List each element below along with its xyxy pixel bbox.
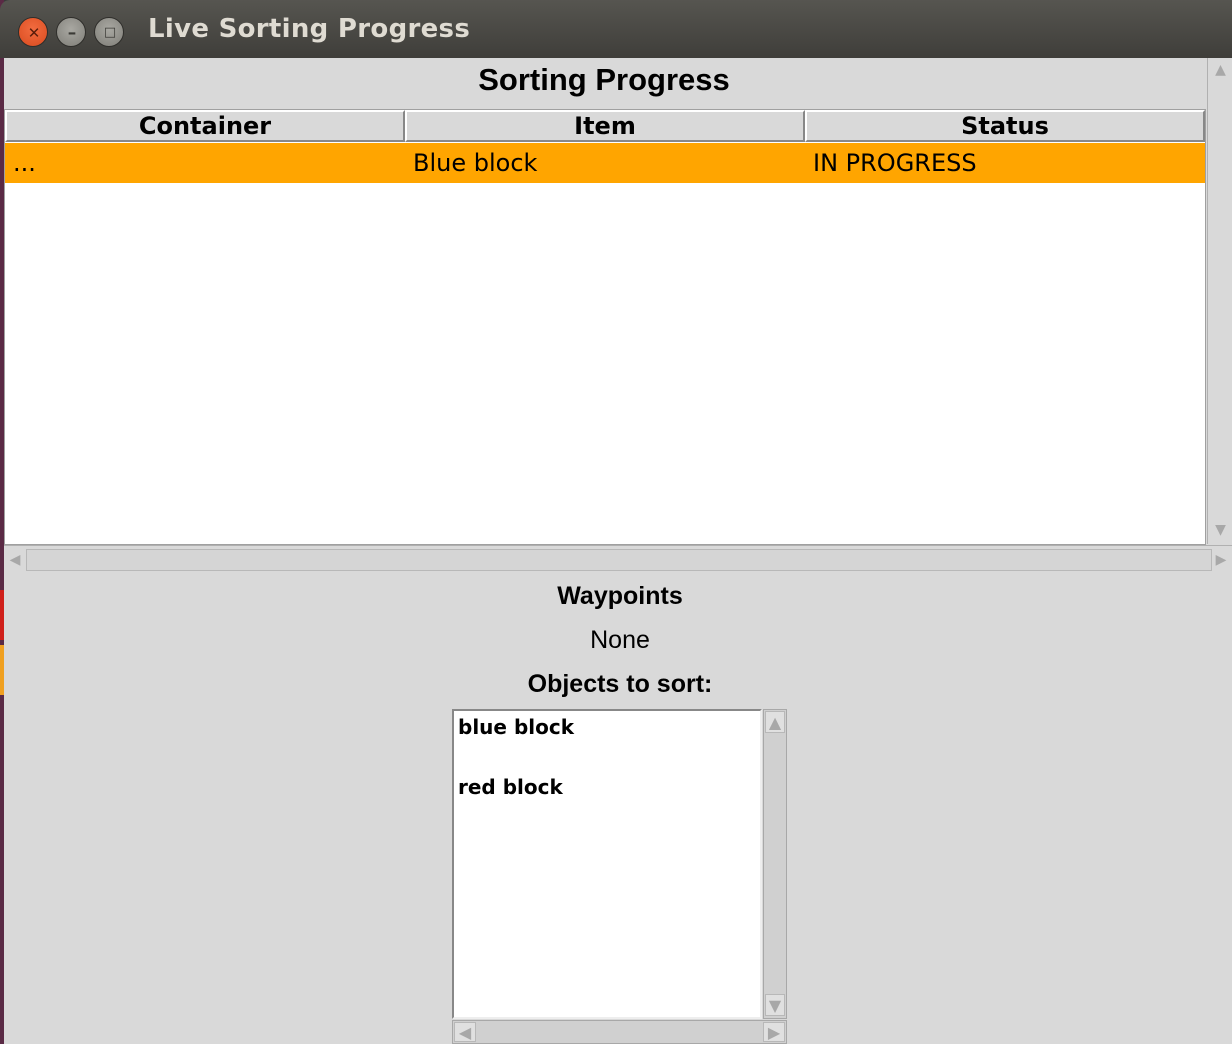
waypoints-value: None (590, 626, 650, 654)
scroll-up-arrow-icon[interactable]: ▲ (1211, 61, 1230, 79)
cell-container: ... (13, 149, 36, 177)
listbox-horizontal-scrollbar[interactable]: ◀ ▶ (452, 1020, 787, 1044)
table-header: Container Item Status (5, 110, 1205, 142)
waypoints-label: Waypoints (557, 582, 683, 610)
scroll-left-arrow-icon[interactable]: ◀ (6, 550, 24, 570)
cell-status: IN PROGRESS (813, 149, 977, 177)
minimize-button[interactable]: – (56, 17, 86, 47)
column-header-container[interactable]: Container (5, 110, 405, 142)
maximize-icon: □ (103, 25, 117, 40)
column-header-status[interactable]: Status (805, 110, 1205, 142)
scroll-up-arrow-icon[interactable]: ▲ (765, 711, 785, 733)
listbox-vertical-scrollbar[interactable]: ▲ ▼ (763, 709, 787, 1019)
close-icon: ✕ (27, 24, 41, 42)
window-content: Sorting Progress Container Item Status .… (4, 58, 1232, 1044)
window-title: Live Sorting Progress (148, 14, 471, 44)
list-item[interactable]: blue block (458, 715, 574, 739)
table-horizontal-scrollbar[interactable]: ◀ ▶ (4, 545, 1232, 573)
list-item[interactable]: red block (458, 775, 563, 799)
maximize-button[interactable]: □ (94, 17, 124, 47)
scroll-left-arrow-icon[interactable]: ◀ (454, 1022, 476, 1042)
progress-table[interactable]: Container Item Status ... Blue block IN … (4, 109, 1206, 545)
objects-label: Objects to sort: (527, 670, 713, 698)
cell-item: Blue block (413, 149, 538, 177)
scroll-down-arrow-icon[interactable]: ▼ (1211, 521, 1230, 539)
scrollbar-trough[interactable] (26, 549, 1212, 571)
scroll-right-arrow-icon[interactable]: ▶ (1212, 550, 1230, 570)
objects-listbox[interactable]: blue block red block (452, 709, 762, 1019)
column-header-item[interactable]: Item (405, 110, 805, 142)
progress-heading: Sorting Progress (478, 62, 730, 97)
title-bar[interactable]: ✕ – □ Live Sorting Progress (0, 0, 1232, 58)
scroll-right-arrow-icon[interactable]: ▶ (763, 1022, 785, 1042)
scroll-down-arrow-icon[interactable]: ▼ (765, 994, 785, 1016)
table-row[interactable]: ... Blue block IN PROGRESS (5, 143, 1205, 183)
minimize-icon: – (67, 23, 77, 43)
table-vertical-scrollbar[interactable]: ▲ ▼ (1207, 58, 1232, 544)
close-button[interactable]: ✕ (18, 17, 48, 47)
